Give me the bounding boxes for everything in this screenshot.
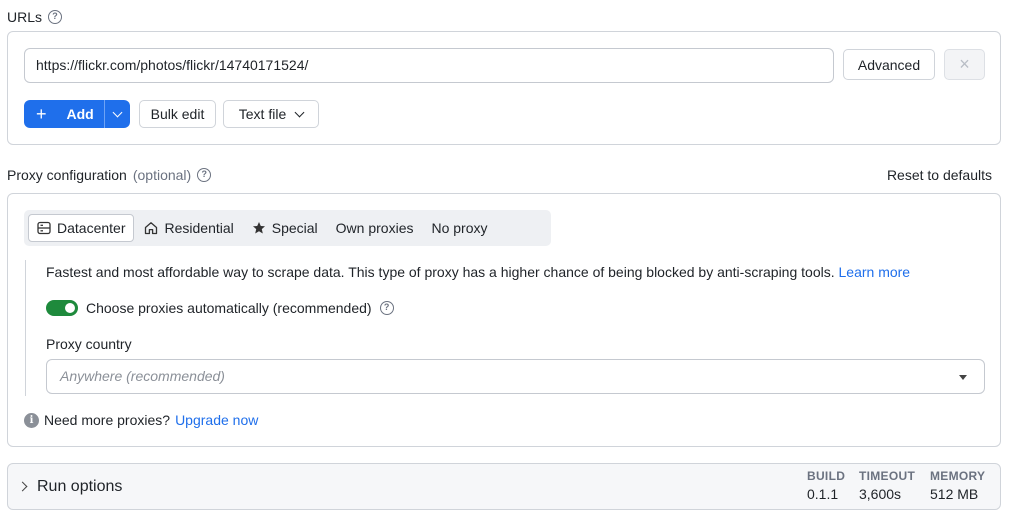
- remove-url-button[interactable]: ×: [944, 49, 985, 80]
- urls-panel: https://flickr.com/photos/flickr/1474017…: [7, 31, 1001, 145]
- upgrade-now-link[interactable]: Upgrade now: [175, 412, 258, 428]
- chevron-down-icon: [112, 107, 123, 117]
- tab-label: Special: [271, 220, 318, 236]
- info-icon: i: [24, 412, 39, 428]
- urls-label: URLs: [7, 9, 43, 25]
- tab-no-proxy[interactable]: No proxy: [423, 214, 495, 242]
- proxy-country-select[interactable]: Anywhere (recommended): [46, 359, 985, 394]
- learn-more-link[interactable]: Learn more: [839, 264, 911, 280]
- text-file-label: Text file: [238, 106, 287, 122]
- memory-label: MEMORY: [930, 469, 986, 483]
- tab-label: No proxy: [431, 220, 488, 236]
- home-icon: [145, 222, 158, 235]
- text-file-button[interactable]: Text file: [223, 100, 319, 128]
- help-icon[interactable]: ?: [379, 301, 394, 315]
- build-info: BUILD 0.1.1: [807, 469, 845, 502]
- help-icon[interactable]: ?: [197, 168, 212, 182]
- auto-proxy-toggle[interactable]: [46, 300, 78, 316]
- proxy-panel: Datacenter Residential Special Own proxi…: [7, 193, 1001, 447]
- proxy-tabs: Datacenter Residential Special Own proxi…: [24, 210, 551, 246]
- more-proxies-text: Need more proxies?: [44, 412, 171, 428]
- tab-content-divider: [25, 260, 26, 396]
- tab-label: Datacenter: [57, 220, 126, 236]
- add-button-group: + Add: [24, 100, 130, 128]
- proxy-description: Fastest and most affordable way to scrap…: [46, 264, 910, 280]
- url-input[interactable]: https://flickr.com/photos/flickr/1474017…: [24, 48, 834, 83]
- tab-special[interactable]: Special: [244, 214, 326, 242]
- chevron-down-icon: [294, 107, 305, 117]
- advanced-button[interactable]: Advanced: [843, 49, 935, 80]
- help-icon[interactable]: ?: [48, 10, 63, 24]
- auto-proxy-label: Choose proxies automatically (recommende…: [86, 300, 372, 316]
- chevron-right-icon: [17, 481, 28, 492]
- tab-label: Own proxies: [335, 220, 414, 236]
- bulk-edit-button[interactable]: Bulk edit: [139, 100, 216, 128]
- tab-residential[interactable]: Residential: [136, 214, 241, 242]
- memory-info: MEMORY 512 MB: [930, 469, 985, 502]
- build-label: BUILD: [807, 469, 846, 483]
- add-button[interactable]: + Add: [24, 100, 104, 128]
- description-text: Fastest and most affordable way to scrap…: [46, 264, 835, 280]
- memory-value: 512 MB: [930, 486, 979, 502]
- toggle-knob: [65, 303, 75, 313]
- tab-own-proxies[interactable]: Own proxies: [328, 214, 422, 242]
- proxy-label: Proxy configuration: [7, 167, 127, 183]
- add-button-label: Add: [66, 106, 94, 122]
- tab-label: Residential: [164, 220, 234, 236]
- star-icon: [252, 222, 265, 234]
- timeout-value: 3,600s: [859, 486, 902, 502]
- more-proxies-row: i Need more proxies? Upgrade now: [24, 412, 258, 428]
- timeout-info: TIMEOUT 3,600s: [859, 469, 915, 502]
- server-icon: [37, 221, 51, 235]
- proxy-country-label: Proxy country: [46, 336, 132, 352]
- add-dropdown-button[interactable]: [103, 100, 130, 128]
- tab-datacenter[interactable]: Datacenter: [28, 214, 135, 242]
- build-value: 0.1.1: [807, 486, 839, 502]
- proxy-section-label: Proxy configuration (optional) ?: [7, 167, 212, 183]
- optional-label: (optional): [132, 167, 192, 183]
- urls-section-label: URLs ?: [7, 9, 63, 25]
- caret-down-icon: [959, 375, 967, 380]
- plus-icon: +: [36, 103, 47, 124]
- timeout-label: TIMEOUT: [859, 469, 916, 483]
- reset-to-defaults-button[interactable]: Reset to defaults: [887, 167, 992, 183]
- auto-proxy-row: Choose proxies automatically (recommende…: [46, 300, 394, 316]
- run-options-panel[interactable]: Run options BUILD 0.1.1 TIMEOUT 3,600s M…: [7, 463, 1001, 510]
- run-options-title: Run options: [37, 478, 123, 495]
